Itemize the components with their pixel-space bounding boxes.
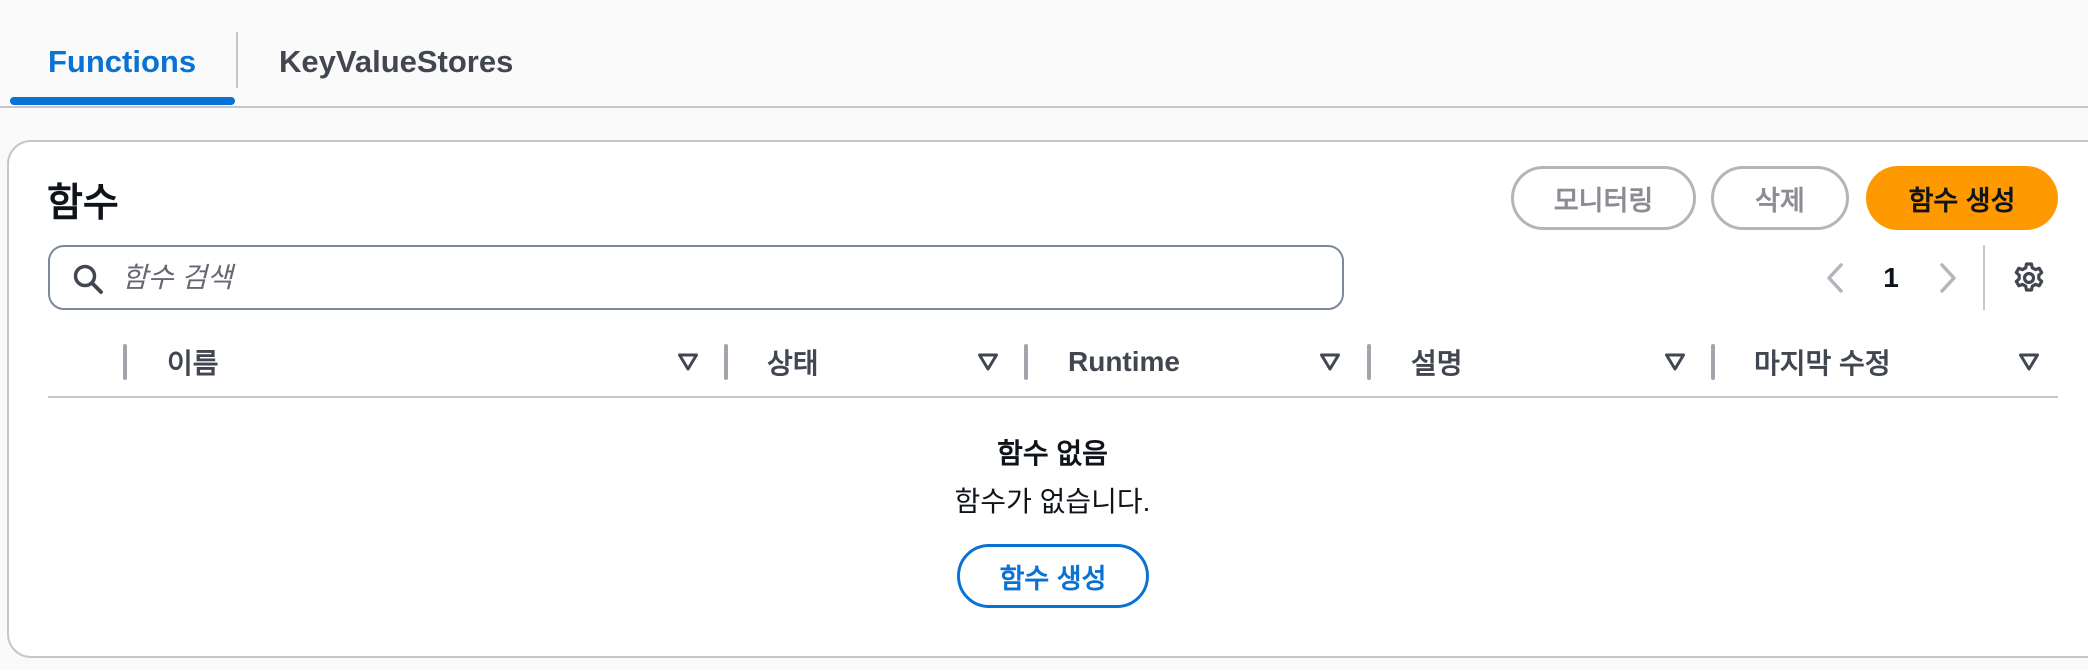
- tab-bar: Functions KeyValueStores: [0, 0, 2088, 108]
- column-separator[interactable]: [1024, 344, 1028, 380]
- sort-icon[interactable]: [677, 352, 699, 372]
- sort-icon[interactable]: [1664, 352, 1686, 372]
- column-header-runtime[interactable]: Runtime: [1068, 342, 1180, 382]
- panel-title: 함수: [47, 182, 119, 225]
- delete-button[interactable]: 삭제: [1711, 166, 1849, 230]
- chevron-right-icon[interactable]: [1938, 262, 1958, 294]
- tab-keyvaluestores[interactable]: KeyValueStores: [279, 36, 513, 88]
- column-separator[interactable]: [123, 344, 127, 380]
- pagination-divider: [1983, 245, 1985, 310]
- active-tab-indicator: [10, 97, 235, 105]
- gear-icon[interactable]: [2012, 261, 2046, 295]
- column-separator[interactable]: [1367, 344, 1371, 380]
- search-icon: [73, 264, 103, 294]
- empty-create-function-button[interactable]: 함수 생성: [957, 544, 1149, 608]
- tab-divider: [236, 32, 238, 88]
- column-header-last-modified[interactable]: 마지막 수정: [1754, 342, 1891, 382]
- sort-icon[interactable]: [2018, 352, 2040, 372]
- column-header-description[interactable]: 설명: [1411, 342, 1463, 382]
- create-function-button[interactable]: 함수 생성: [1866, 166, 2058, 230]
- column-header-status[interactable]: 상태: [767, 342, 819, 382]
- monitoring-button[interactable]: 모니터링: [1511, 166, 1696, 230]
- chevron-left-icon[interactable]: [1825, 262, 1845, 294]
- sort-icon[interactable]: [1319, 352, 1341, 372]
- empty-state-title: 함수 없음: [997, 438, 1108, 469]
- column-header-name[interactable]: 이름: [167, 342, 219, 382]
- column-separator[interactable]: [1711, 344, 1715, 380]
- column-separator[interactable]: [724, 344, 728, 380]
- search-input[interactable]: [122, 257, 1322, 299]
- tab-functions[interactable]: Functions: [48, 36, 196, 88]
- search-box: [48, 245, 1344, 310]
- empty-state-description: 함수가 없습니다.: [954, 486, 1151, 517]
- sort-icon[interactable]: [977, 352, 999, 372]
- page-number[interactable]: 1: [1876, 258, 1906, 298]
